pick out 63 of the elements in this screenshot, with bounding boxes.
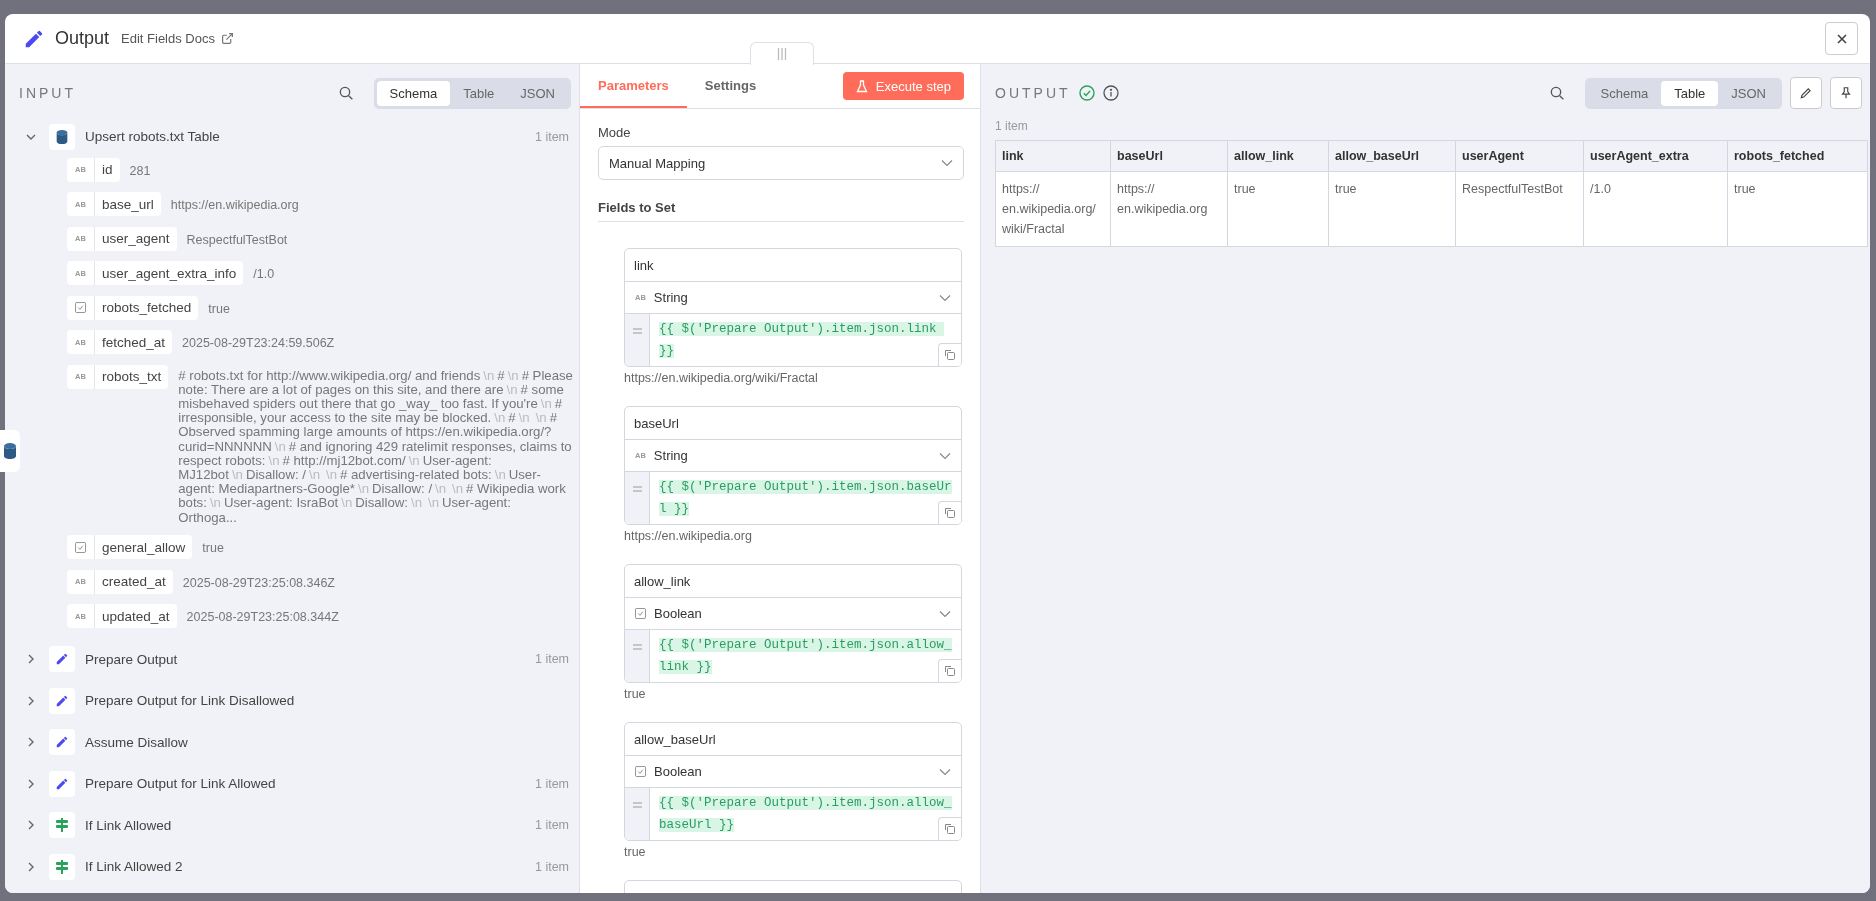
item-count: 1 item <box>534 129 569 144</box>
name-input[interactable]: allow_baseUrl <box>625 723 961 756</box>
field-value: 2025-08-29T23:24:59.506Z <box>182 336 335 350</box>
view-tab[interactable]: Table <box>1661 80 1719 106</box>
name-input[interactable]: link <box>625 249 961 282</box>
panel-title: OUTPUT <box>995 85 1071 101</box>
item-count: 1 item <box>534 818 569 833</box>
table-cell: /1.0 <box>1583 171 1728 247</box>
node-name[interactable]: Prepare Output for Link Disallowed <box>85 693 295 709</box>
field-value: /1.0 <box>253 267 275 281</box>
field-value: RespectfulTestBot <box>186 232 288 247</box>
column-header: userAgent_extra <box>1583 140 1728 172</box>
expression-result: https://en.wikipedia.org/wiki/Fractal <box>624 371 819 385</box>
tab[interactable]: Settings <box>686 64 775 108</box>
table-cell: true <box>1727 171 1868 247</box>
node-name[interactable]: Prepare Output <box>85 652 178 667</box>
docs-link[interactable]: Edit Fields Docs <box>121 31 215 46</box>
view-tab[interactable]: Table <box>450 80 508 106</box>
window-title: Output <box>55 28 110 49</box>
field-label: Mode <box>598 125 632 140</box>
column-header: robots_fetched <box>1727 140 1868 172</box>
table-cell: true <box>1227 171 1329 247</box>
item-count: 1 item <box>994 118 1029 135</box>
column-header: baseUrl <box>1110 140 1228 172</box>
field-pill[interactable]: robots_fetched <box>67 295 199 320</box>
type-select[interactable]: Boolean <box>625 598 961 630</box>
field-value: https://en.wikipedia.org <box>170 198 299 212</box>
field-pill[interactable]: general_allow <box>67 535 193 560</box>
table-cell: https:// en.wikipedia.org <box>1110 171 1228 247</box>
field-value: 281 <box>129 163 151 178</box>
name-input[interactable]: baseUrl <box>625 407 961 440</box>
field-value: # robots.txt for http://www.wikipedia.org/ and friends \n # \n # Please note: There are a lot of pages on this site, and there are \n # some misbehaved spiders out there that go _way_ too fast. If you're \n # irresponsible, your access to the site may be blocked. \n # \n \n # Observed spamming large amounts of https://en.wikipedia.org/?curid=NNNNNN \n # and ignoring 429 ratelimit responses, claims to respect robots: \n # http://mj12bot.com/ \n User-agent: MJ12bot \n Disallow: / \n \n # advertising-related bots: \n User-agent: Mediapartners-Google* \n Disallow: / \n \n # Wikipedia work bots: \n User-agent: IsraBot \n Disallow: \n \n User-agent: Orthoga... <box>178 368 574 525</box>
view-tab[interactable]: JSON <box>507 80 568 106</box>
field-value: 2025-08-29T23:25:08.344Z <box>186 610 339 625</box>
field-value: true <box>208 301 230 316</box>
node-name[interactable]: Upsert robots.txt Table <box>85 129 220 145</box>
section-title: Fields to Set <box>598 200 964 222</box>
column-header: link <box>995 140 1111 172</box>
expression-result: true <box>624 845 647 859</box>
node-name[interactable]: If Link Allowed <box>85 818 172 833</box>
column-header: allow_baseUrl <box>1328 140 1456 172</box>
item-count: 1 item <box>534 652 569 667</box>
field-value: true <box>202 541 224 556</box>
item-count: 1 item <box>534 777 569 791</box>
node-name[interactable]: Prepare Output for Link Allowed <box>85 776 276 792</box>
view-tab[interactable]: JSON <box>1718 80 1779 106</box>
view-tab[interactable]: Schema <box>376 80 451 106</box>
name-input[interactable]: allow_link <box>625 565 961 598</box>
item-count: 1 item <box>534 860 569 874</box>
view-tab[interactable]: Schema <box>1587 80 1662 106</box>
field-value: 2025-08-29T23:25:08.346Z <box>182 575 335 590</box>
node-name[interactable]: If Link Allowed 2 <box>85 859 183 875</box>
panel-title: INPUT <box>19 85 76 101</box>
column-header: userAgent <box>1455 140 1584 172</box>
expression-result: true <box>624 687 647 701</box>
expression-result: https://en.wikipedia.org <box>624 529 753 543</box>
type-select[interactable]: Boolean <box>625 756 961 788</box>
table-cell: true <box>1328 171 1456 247</box>
node-name[interactable]: Assume Disallow <box>85 735 188 750</box>
column-header: allow_link <box>1227 140 1329 172</box>
mode-select[interactable]: Manual Mapping <box>598 146 964 180</box>
table-cell: https:// en.wikipedia.org/ wiki/Fractal <box>995 171 1111 247</box>
table-cell: RespectfulTestBot <box>1455 171 1584 247</box>
